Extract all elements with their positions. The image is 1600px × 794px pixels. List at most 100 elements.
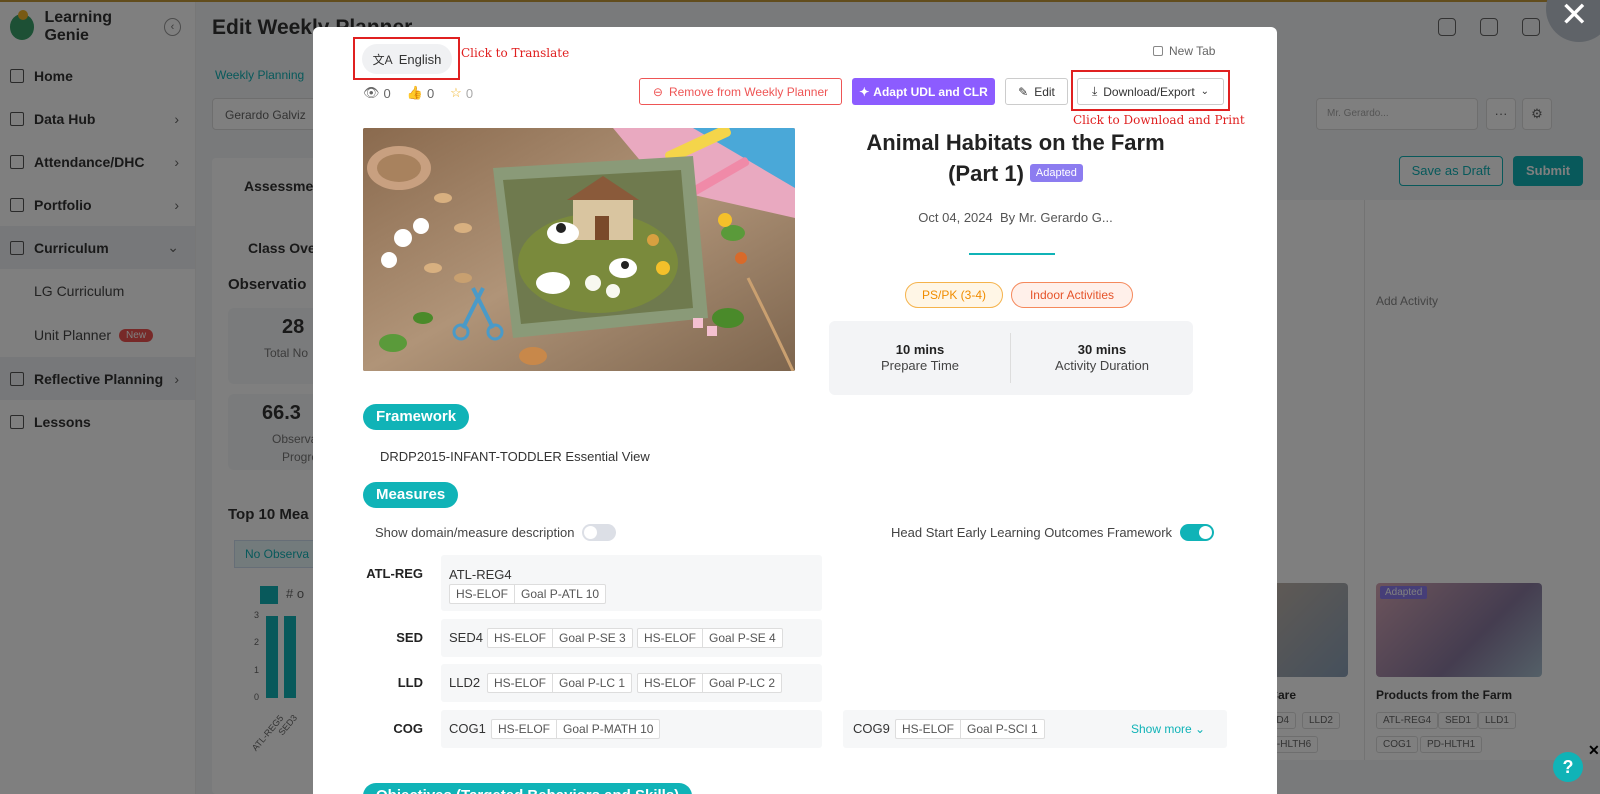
chip-framework: HS-ELOF	[498, 722, 551, 736]
lesson-detail-modal: 文A English Click to Translate New Tab 👁 0…	[313, 27, 1277, 794]
chip-framework: HS-ELOF	[494, 676, 547, 690]
duration-label: Activity Duration	[1055, 358, 1149, 373]
prepare-time-value: 10 mins	[895, 342, 945, 357]
category-tag: Indoor Activities	[1011, 282, 1133, 308]
hs-elof-chip: HS-ELOF Goal P-LC 1	[487, 673, 633, 693]
description-toggle-label: Show domain/measure description	[375, 525, 575, 540]
duration-value: 30 mins	[1077, 342, 1127, 357]
measure-code: ATL-REG4	[449, 567, 512, 582]
activity-duration: 30 mins Activity Duration	[1011, 321, 1193, 395]
title-divider	[969, 253, 1055, 255]
show-more-link[interactable]: Show more ⌄	[1131, 722, 1205, 736]
button-label: Edit	[1034, 84, 1055, 99]
measures-heading: Measures	[363, 482, 459, 508]
chip-goal: Goal P-LC 2	[702, 674, 781, 692]
close-icon: ✕	[1560, 0, 1589, 34]
measure-row: LLD2 HS-ELOF Goal P-LC 1 HS-ELOF Goal P-LC…	[441, 664, 822, 702]
new-tab-button[interactable]: New Tab	[1153, 44, 1215, 58]
thumbs-up-icon: 👍	[406, 85, 423, 100]
measure-code: SED4	[449, 630, 483, 645]
button-label: Adapt UDL and CLR	[873, 84, 988, 99]
measure-domain-label: LLD	[397, 675, 423, 690]
measure-row: SED4 HS-ELOF Goal P-SE 3 HS-ELOF Goal P-SE…	[441, 619, 822, 657]
chip-goal: Goal P-ATL 10	[514, 585, 605, 603]
adapt-udl-button[interactable]: ✦ Adapt UDL and CLR	[852, 78, 995, 105]
prepare-time-label: Prepare Time	[880, 358, 960, 373]
measure-row: COG1 HS-ELOF Goal P-MATH 10	[441, 710, 822, 748]
lesson-meta: Oct 04, 2024 By Mr. Gerardo G...	[813, 210, 1218, 225]
button-label: Download/Export	[1103, 84, 1195, 99]
title-line-1: Animal Habitats on the Farm	[866, 130, 1165, 155]
chip-goal: Goal P-SCI 1	[960, 720, 1044, 738]
adapted-badge: Adapted	[1029, 164, 1083, 183]
chip-framework: HS-ELOF	[494, 631, 547, 645]
download-icon: ⤓	[1091, 84, 1098, 98]
likes-count: 0	[426, 85, 435, 101]
hs-elof-chip: HS-ELOF Goal P-ATL 10	[449, 584, 607, 604]
show-more-label: Show more	[1131, 722, 1192, 736]
magic-wand-icon: ✦	[859, 84, 870, 99]
views-count: 0	[383, 85, 391, 101]
minus-circle-icon: ⊖	[652, 84, 663, 99]
edit-button[interactable]: ✎ Edit	[1005, 78, 1068, 105]
framework-heading: Framework	[363, 404, 470, 430]
measure-code: COG9	[853, 721, 890, 736]
measure-domain-label: SED	[396, 630, 423, 645]
language-button[interactable]: 文A English	[362, 44, 452, 74]
download-export-button[interactable]: ⤓ Download/Export ⌄	[1077, 78, 1224, 105]
likes-counter[interactable]: 👍 0	[407, 85, 434, 101]
help-button[interactable]: ?	[1553, 752, 1583, 782]
measure-code: COG1	[449, 721, 486, 736]
hs-elof-chip: HS-ELOF Goal P-SCI 1	[895, 719, 1045, 739]
age-tag: PS/PK (3-4)	[905, 282, 1003, 308]
chip-goal: Goal P-SE 3	[552, 629, 632, 647]
measure-row: COG9 HS-ELOF Goal P-SCI 1 Show more ⌄	[843, 710, 1227, 748]
translate-hint: Click to Translate	[461, 46, 570, 60]
description-toggle[interactable]	[582, 524, 617, 541]
new-tab-label: New Tab	[1169, 44, 1216, 58]
hs-elof-chip: HS-ELOF Goal P-MATH 10	[491, 719, 661, 739]
framework-value: DRDP2015-INFANT-TODDLER Essential View	[380, 449, 650, 464]
remove-from-planner-button[interactable]: ⊖ Remove from Weekly Planner	[639, 78, 842, 105]
hs-elof-chip: HS-ELOF Goal P-LC 2	[637, 673, 783, 693]
views-counter: 👁 0	[363, 85, 391, 101]
chip-goal: Goal P-SE 4	[702, 629, 782, 647]
chevron-down-icon: ⌄	[1195, 722, 1206, 736]
measure-code: LLD2	[449, 675, 481, 690]
hs-elof-chip: HS-ELOF Goal P-SE 3	[487, 628, 633, 648]
stars-count: 0	[465, 85, 474, 101]
engagement-counters: 👁 0 👍 0 ☆ 0	[363, 85, 473, 101]
measure-domain-label: ATL-REG	[366, 566, 423, 581]
objectives-heading: Objectives (Targeted Behaviors and Skill…	[363, 783, 693, 794]
download-hint: Click to Download and Print	[1073, 113, 1245, 127]
lesson-author: By Mr. Gerardo G...	[999, 210, 1113, 225]
activity-illustration	[363, 128, 795, 371]
hs-framework-toggle[interactable]	[1180, 524, 1215, 541]
description-toggle-row: Show domain/measure description	[375, 524, 617, 541]
time-info-box: 10 mins Prepare Time 30 mins Activity Du…	[829, 321, 1193, 395]
eye-icon: 👁	[363, 85, 380, 100]
chip-framework: HS-ELOF	[456, 587, 509, 601]
chip-goal: Goal P-MATH 10	[556, 720, 659, 738]
hs-framework-toggle-row: Head Start Early Learning Outcomes Frame…	[891, 524, 1215, 541]
chip-framework: HS-ELOF	[902, 722, 955, 736]
chevron-down-icon: ⌄	[1200, 86, 1210, 97]
dismiss-icon[interactable]: ✕	[1588, 742, 1600, 759]
lesson-title: Animal Habitats on the Farm (Part 1) Adap…	[813, 127, 1218, 189]
translate-icon: 文A	[372, 52, 393, 67]
new-tab-icon	[1153, 46, 1163, 56]
measure-domain-label: COG	[393, 721, 423, 736]
activity-image	[363, 128, 795, 371]
language-label: English	[398, 51, 442, 67]
button-label: Remove from Weekly Planner	[668, 84, 829, 99]
lesson-date: Oct 04, 2024	[918, 210, 993, 225]
title-line-2: (Part 1)	[948, 161, 1024, 186]
pencil-icon: ✎	[1018, 84, 1029, 99]
stars-counter[interactable]: ☆ 0	[450, 85, 473, 101]
hs-framework-toggle-label: Head Start Early Learning Outcomes Frame…	[891, 525, 1173, 540]
chip-framework: HS-ELOF	[644, 631, 697, 645]
chip-goal: Goal P-LC 1	[552, 674, 631, 692]
prepare-time: 10 mins Prepare Time	[829, 321, 1011, 395]
measure-row: ATL-REG4 HS-ELOF Goal P-ATL 10	[441, 555, 822, 611]
chip-framework: HS-ELOF	[644, 676, 697, 690]
